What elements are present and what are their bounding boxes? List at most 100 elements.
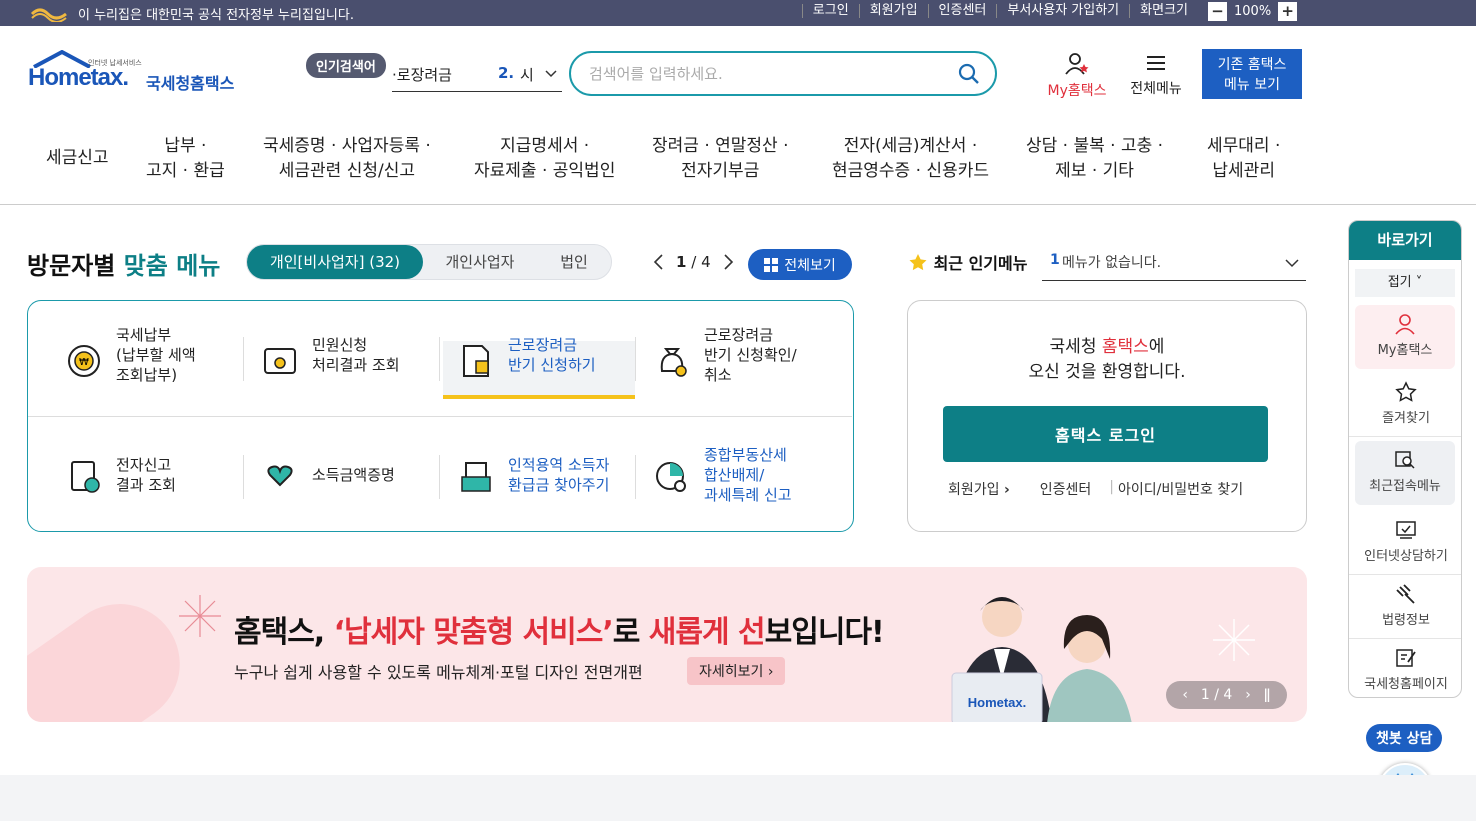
tab-individual[interactable]: 개인[비사업자] (32) <box>247 245 423 279</box>
cert-link[interactable]: 인증센터 <box>1040 479 1092 499</box>
menu-item-label: 민원신청 처리결과 조회 <box>312 336 400 374</box>
menu-item-income-cert[interactable]: 소득금액증명 <box>254 435 450 515</box>
footer-area <box>0 775 1476 821</box>
quick-item-nts-home[interactable]: 국세청홈페이지 <box>1349 639 1461 697</box>
my-hometax-button[interactable]: My홈택스 <box>1042 52 1112 100</box>
gnb-item-certificate[interactable]: 국세증명 · 사업자등록 · 세금관련 신청/신고 <box>263 134 431 184</box>
logo-korean: 국세청홈택스 <box>146 74 235 93</box>
quick-fold-button[interactable]: 접기 ˅ <box>1355 269 1455 297</box>
gnb-item-consult[interactable]: 상담 · 불복 · 고충 · 제보 · 기타 <box>1026 134 1163 184</box>
zoom-in-button[interactable]: + <box>1278 2 1298 21</box>
quick-item-recent[interactable]: 최근접속메뉴 <box>1355 441 1455 505</box>
document-edit-icon <box>463 345 489 377</box>
banner-pause-button[interactable]: ǁ <box>1264 687 1271 703</box>
login-links: 회원가입 › 인증센터 | 아이디/비밀번호 찾기 <box>948 479 1244 499</box>
menu-item-incentive-confirm[interactable]: 근로장려금 반기 신청확인/ 취소 <box>646 319 842 399</box>
custom-menu-title: 방문자별 맞춤 메뉴 <box>27 246 220 281</box>
promo-banner[interactable]: 홈택스, ‘납세자 맞춤형 서비스’로 새롭게 선보입니다! 누구나 쉽게 사용… <box>27 567 1307 722</box>
zoom-out-button[interactable]: − <box>1208 2 1227 21</box>
tab-sole-proprietor[interactable]: 개인사업자 <box>429 245 531 279</box>
folder-document-icon <box>264 348 296 374</box>
hometax-logo[interactable]: 인터넷 납세서비스 Hometax. 국세청홈택스 <box>28 50 248 100</box>
banner-prev-button[interactable]: ‹ <box>1182 687 1188 703</box>
custom-menu-pager: 1 / 4 <box>652 253 735 271</box>
menu-separator <box>243 337 244 381</box>
popular-search-ticker[interactable]: ·로장려금 2. 시 <box>392 62 562 92</box>
star-icon <box>909 254 927 271</box>
find-id-link[interactable]: 아이디/비밀번호 찾기 <box>1118 479 1243 499</box>
quick-item-label: 국세청홈페이지 <box>1364 677 1448 692</box>
menu-item-incentive-apply[interactable]: 근로장려금 반기 신청하기 <box>450 319 646 399</box>
chevron-down-icon[interactable] <box>1284 256 1300 270</box>
search-box <box>569 51 997 96</box>
gov-link-join[interactable]: 회원가입 <box>858 4 928 18</box>
tab-corporation[interactable]: 법인 <box>537 245 611 279</box>
view-all-button[interactable]: 전체보기 <box>748 249 852 280</box>
recent-search-icon <box>1395 451 1415 469</box>
banner-next-button[interactable]: › <box>1245 687 1251 703</box>
menu-item-property-tax[interactable]: 종합부동산세 합산배제/ 과세특례 신고 <box>646 435 842 515</box>
chevron-right-icon[interactable] <box>721 253 735 271</box>
menu-item-refund-find[interactable]: 인적용역 소득자 환급금 찾아주기 <box>450 435 646 515</box>
logo-wordmark: Hometax. <box>28 64 129 91</box>
recent-popular-select[interactable]: 1 메뉴가 없습니다. <box>1042 248 1306 281</box>
banner-subtitle: 누구나 쉽게 사용할 수 있도록 메뉴체계·포털 디자인 전면개편 <box>234 663 643 682</box>
my-hometax-label: My홈택스 <box>1047 83 1107 99</box>
visitor-tabs: 개인[비사업자] (32) 개인사업자 법인 <box>246 244 612 280</box>
chevron-down-icon[interactable] <box>544 66 558 80</box>
heart-hands-icon <box>267 465 293 487</box>
sparkle-icon <box>1213 619 1255 661</box>
gov-notice: 이 누리집은 대한민국 공식 전자정부 누리집입니다. <box>30 4 354 23</box>
search-input[interactable] <box>589 63 949 85</box>
gavel-icon <box>1396 584 1415 604</box>
hometax-login-button[interactable]: 홈택스 로그인 <box>943 406 1268 462</box>
custom-menu-title-a: 방문자별 <box>27 252 124 280</box>
chevron-left-icon[interactable] <box>652 253 666 271</box>
menu-item-tax-payment[interactable]: ₩ 국세납부 (납부할 세액 조회납부) <box>58 319 254 399</box>
page-sep: / <box>691 253 697 271</box>
popular-search-badge: 인기검색어 <box>306 53 386 78</box>
quick-item-my-hometax[interactable]: My홈택스 <box>1355 305 1455 369</box>
gnb-item-tax-report[interactable]: 세금신고 <box>46 146 109 171</box>
quick-item-label: My홈택스 <box>1377 343 1433 358</box>
gnb-item-agent[interactable]: 세무대리 · 납세관리 <box>1207 134 1280 184</box>
chatbot-button[interactable]: 챗봇 상담 <box>1366 724 1443 752</box>
popular-rank: 2. <box>498 64 515 82</box>
banner-title: 홈택스, ‘납세자 맞춤형 서비스’로 새롭게 선보입니다! <box>234 607 885 651</box>
menu-item-civil-result[interactable]: 민원신청 처리결과 조회 <box>254 319 450 399</box>
custom-menu-title-b: 맞춤 메뉴 <box>123 252 221 280</box>
quick-item-label: 즐겨찾기 <box>1382 411 1430 426</box>
gov-link-dept-join[interactable]: 부서사용자 가입하기 <box>996 4 1129 18</box>
join-link[interactable]: 회원가입 › <box>948 479 1010 499</box>
welcome-a: 국세청 <box>1049 337 1102 357</box>
quick-item-favorites[interactable]: 즐겨찾기 <box>1349 373 1461 437</box>
popular-term-1[interactable]: ·로장려금 <box>392 64 452 85</box>
quick-fold-label: 접기 <box>1387 275 1412 290</box>
quick-item-consult[interactable]: 인터넷상담하기 <box>1349 511 1461 575</box>
banner-more-button[interactable]: 자세히보기 › <box>687 657 786 685</box>
old-menu-button[interactable]: 기존 홈택스 메뉴 보기 <box>1202 49 1302 99</box>
popular-term-2[interactable]: 시 <box>520 64 534 85</box>
gnb-item-statement[interactable]: 지급명세서 · 자료제출 · 공익법인 <box>474 134 615 184</box>
gov-link-screen-size: 화면크기 <box>1129 4 1198 18</box>
pie-chart-search-icon <box>656 462 686 492</box>
gnb-item-payment[interactable]: 납부 · 고지 · 환급 <box>146 134 225 184</box>
menu-item-label: 종합부동산세 합산배제/ 과세특례 신고 <box>704 446 792 504</box>
banner-title-c: 로 <box>612 615 649 650</box>
all-menu-button[interactable]: 전체메뉴 <box>1124 52 1188 98</box>
old-menu-label-1: 기존 홈택스 <box>1217 57 1287 73</box>
gnb-item-incentive[interactable]: 장려금 · 연말정산 · 전자기부금 <box>652 134 789 184</box>
gnb-item-e-invoice[interactable]: 전자(세금)계산서 · 현금영수증 · 신용카드 <box>832 134 989 184</box>
gov-link-cert[interactable]: 인증센터 <box>927 4 997 18</box>
gov-link-login[interactable]: 로그인 <box>801 4 859 18</box>
menu-item-e-report-result[interactable]: 전자신고 결과 조회 <box>58 435 254 515</box>
search-icon[interactable] <box>957 62 981 86</box>
banner-more-label: 자세히보기 <box>699 664 764 680</box>
user-icon <box>1395 314 1415 335</box>
menu-separator <box>439 337 440 381</box>
view-all-label: 전체보기 <box>784 257 836 274</box>
menu-separator <box>243 455 244 499</box>
quick-item-law[interactable]: 법령정보 <box>1349 575 1461 639</box>
menu-item-label: 소득금액증명 <box>312 466 395 484</box>
recent-text: 메뉴가 없습니다. <box>1062 255 1162 271</box>
